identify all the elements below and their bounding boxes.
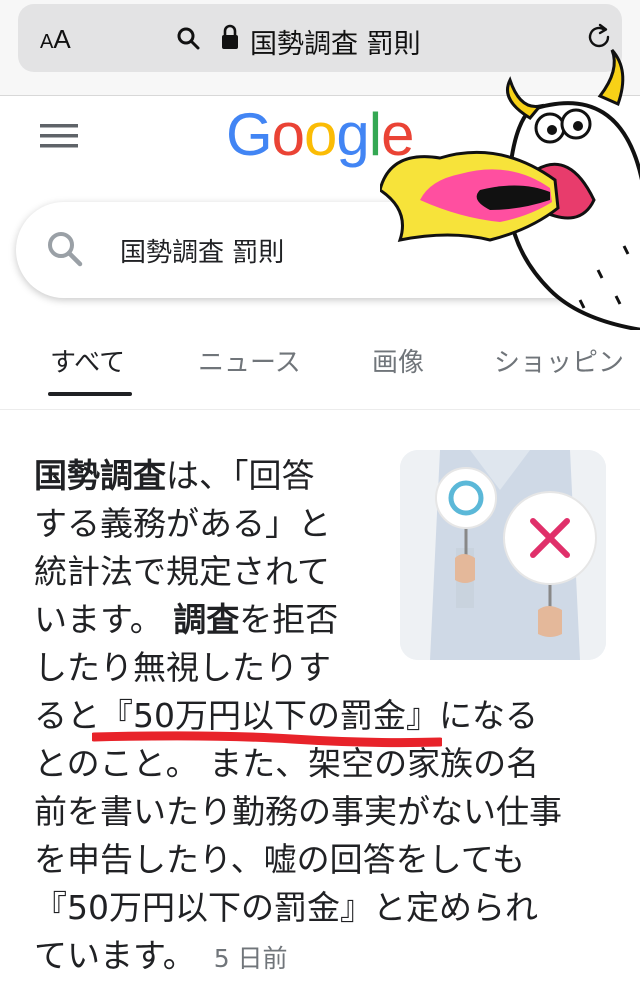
search-icon bbox=[177, 27, 200, 50]
snippet-line: 統計法で規定されて bbox=[34, 552, 331, 591]
tab-images[interactable]: 画像 bbox=[372, 342, 424, 379]
snippet-line: 前を書いたり勤務の事実がない仕事 bbox=[34, 792, 562, 831]
tab-all[interactable]: すべて bbox=[50, 342, 125, 379]
snippet-line: したり無視したりす bbox=[34, 648, 331, 687]
tab-shopping[interactable]: ショッピン bbox=[494, 342, 624, 379]
snippet-line: 国勢調査は、「回答 bbox=[34, 456, 315, 495]
snippet-line: ています。 5 日前 bbox=[34, 936, 288, 975]
search-input[interactable]: 国勢調査 罰則 bbox=[120, 232, 284, 269]
result-thumbnail[interactable] bbox=[400, 450, 606, 660]
snippet-line: います。 調査を拒否 bbox=[34, 600, 339, 639]
search-icon bbox=[48, 232, 83, 267]
menu-icon[interactable] bbox=[40, 122, 78, 150]
person-with-signs-image bbox=[400, 450, 606, 660]
snippet-line: を申告したり、嘘の回答をしても bbox=[34, 840, 526, 879]
result-timestamp: 5 日前 bbox=[213, 944, 288, 973]
snippet-line: 『50万円以下の罰金』と定められ bbox=[34, 888, 538, 927]
fire-breathing-monster-sticker bbox=[380, 48, 640, 330]
search-tabs: すべて ニュース 画像 ショッピン bbox=[0, 320, 640, 410]
snippet-line: する義務がある」と bbox=[34, 504, 331, 543]
lock-icon bbox=[222, 24, 238, 49]
active-tab-indicator bbox=[48, 392, 132, 396]
text-size-button[interactable]: AA bbox=[40, 24, 71, 55]
tab-news[interactable]: ニュース bbox=[198, 342, 301, 379]
red-underline-annotation bbox=[92, 731, 442, 748]
